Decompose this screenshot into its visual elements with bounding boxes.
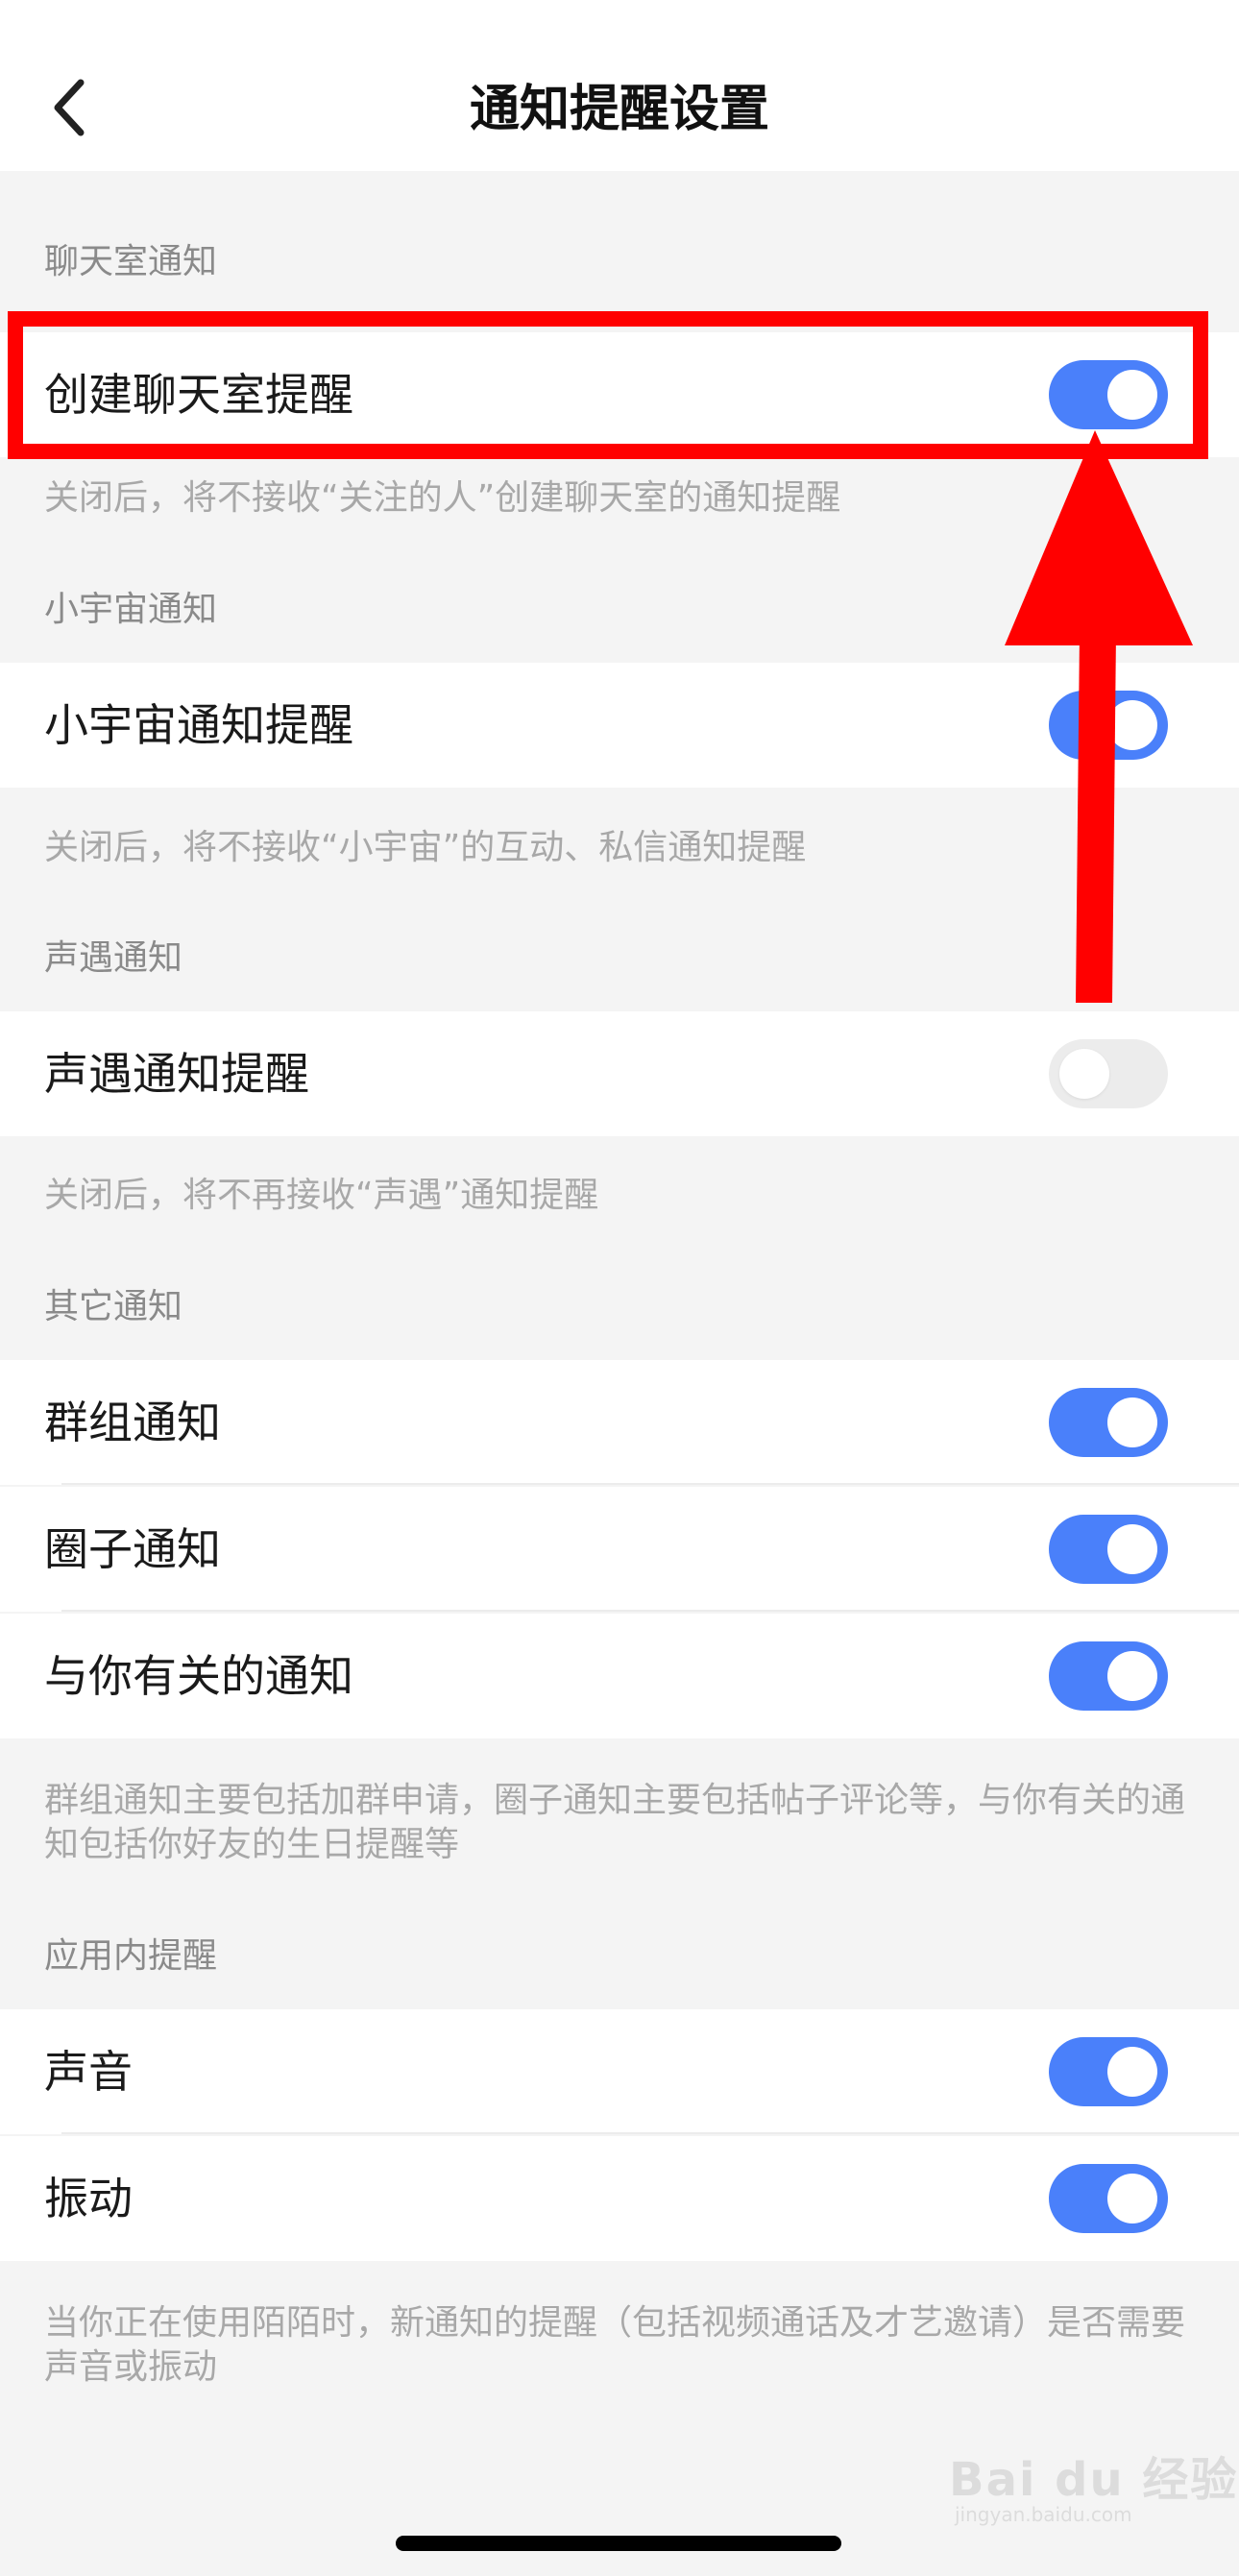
section-label-voice-meet: 声遇通知: [44, 938, 183, 978]
section-note-chatroom: 关闭后，将不接收“关注的人”创建聊天室的通知提醒: [44, 478, 841, 518]
watermark-url: jingyan.baidu.com: [955, 2503, 1132, 2526]
row-label: 创建聊天室提醒: [44, 369, 353, 421]
row-voice-meet: 声遇通知提醒: [0, 1011, 1239, 1136]
toggle-voice-meet[interactable]: [1049, 1039, 1168, 1108]
row-universe: 小宇宙通知提醒: [0, 663, 1239, 788]
nav-bar: 通知提醒设置: [0, 0, 1239, 171]
home-indicator[interactable]: [396, 2536, 841, 2551]
toggle-group[interactable]: [1049, 1388, 1168, 1457]
row-divider: [61, 1483, 1239, 1485]
toggle-knob: [1107, 700, 1157, 750]
toggle-circle[interactable]: [1049, 1515, 1168, 1584]
row-group: 群组通知: [0, 1360, 1239, 1485]
row-label: 与你有关的通知: [44, 1650, 353, 1702]
toggle-knob: [1107, 1651, 1157, 1701]
row-label: 圈子通知: [44, 1523, 221, 1575]
toggle-knob: [1107, 1397, 1157, 1447]
section-note-other: 群组通知主要包括加群申请，圈子通知主要包括帖子评论等，与你有关的通知包括你好友的…: [44, 1781, 1186, 1864]
page-title: 通知提醒设置: [469, 81, 769, 138]
section-note-voice-meet: 关闭后，将不再接收“声遇”通知提醒: [44, 1176, 599, 1215]
row-related: 与你有关的通知: [0, 1614, 1239, 1738]
row-divider: [61, 2132, 1239, 2134]
row-label: 群组通知: [44, 1397, 221, 1448]
section-label-universe: 小宇宙通知: [44, 590, 218, 629]
section-label-other: 其它通知: [44, 1287, 183, 1326]
row-divider: [61, 1610, 1239, 1612]
section-label-in-app: 应用内提醒: [44, 1936, 218, 1976]
toggle-sound[interactable]: [1049, 2037, 1168, 2106]
section-label-chatroom: 聊天室通知: [44, 242, 218, 281]
row-vibration: 振动: [0, 2136, 1239, 2261]
toggle-related[interactable]: [1049, 1641, 1168, 1711]
toggle-universe[interactable]: [1049, 691, 1168, 760]
row-circle: 圈子通知: [0, 1487, 1239, 1612]
section-note-in-app: 当你正在使用陌陌时，新通知的提醒（包括视频通话及才艺邀请）是否需要声音或振动: [44, 2303, 1186, 2387]
row-create-chatroom: 创建聊天室提醒: [0, 332, 1239, 457]
section-note-universe: 关闭后，将不接收“小宇宙”的互动、私信通知提醒: [44, 828, 807, 867]
toggle-knob: [1107, 1524, 1157, 1574]
row-label: 声遇通知提醒: [44, 1048, 309, 1100]
toggle-knob: [1107, 370, 1157, 420]
toggle-create-chatroom[interactable]: [1049, 360, 1168, 429]
toggle-knob: [1059, 1049, 1109, 1099]
toggle-knob: [1107, 2174, 1157, 2224]
toggle-vibration[interactable]: [1049, 2164, 1168, 2233]
row-label: 小宇宙通知提醒: [44, 699, 353, 751]
row-label: 声音: [44, 2046, 133, 2098]
toggle-knob: [1107, 2047, 1157, 2097]
watermark-logo: Bai du 经验: [949, 2453, 1239, 2507]
row-sound: 声音: [0, 2009, 1239, 2134]
row-label: 振动: [44, 2173, 133, 2224]
